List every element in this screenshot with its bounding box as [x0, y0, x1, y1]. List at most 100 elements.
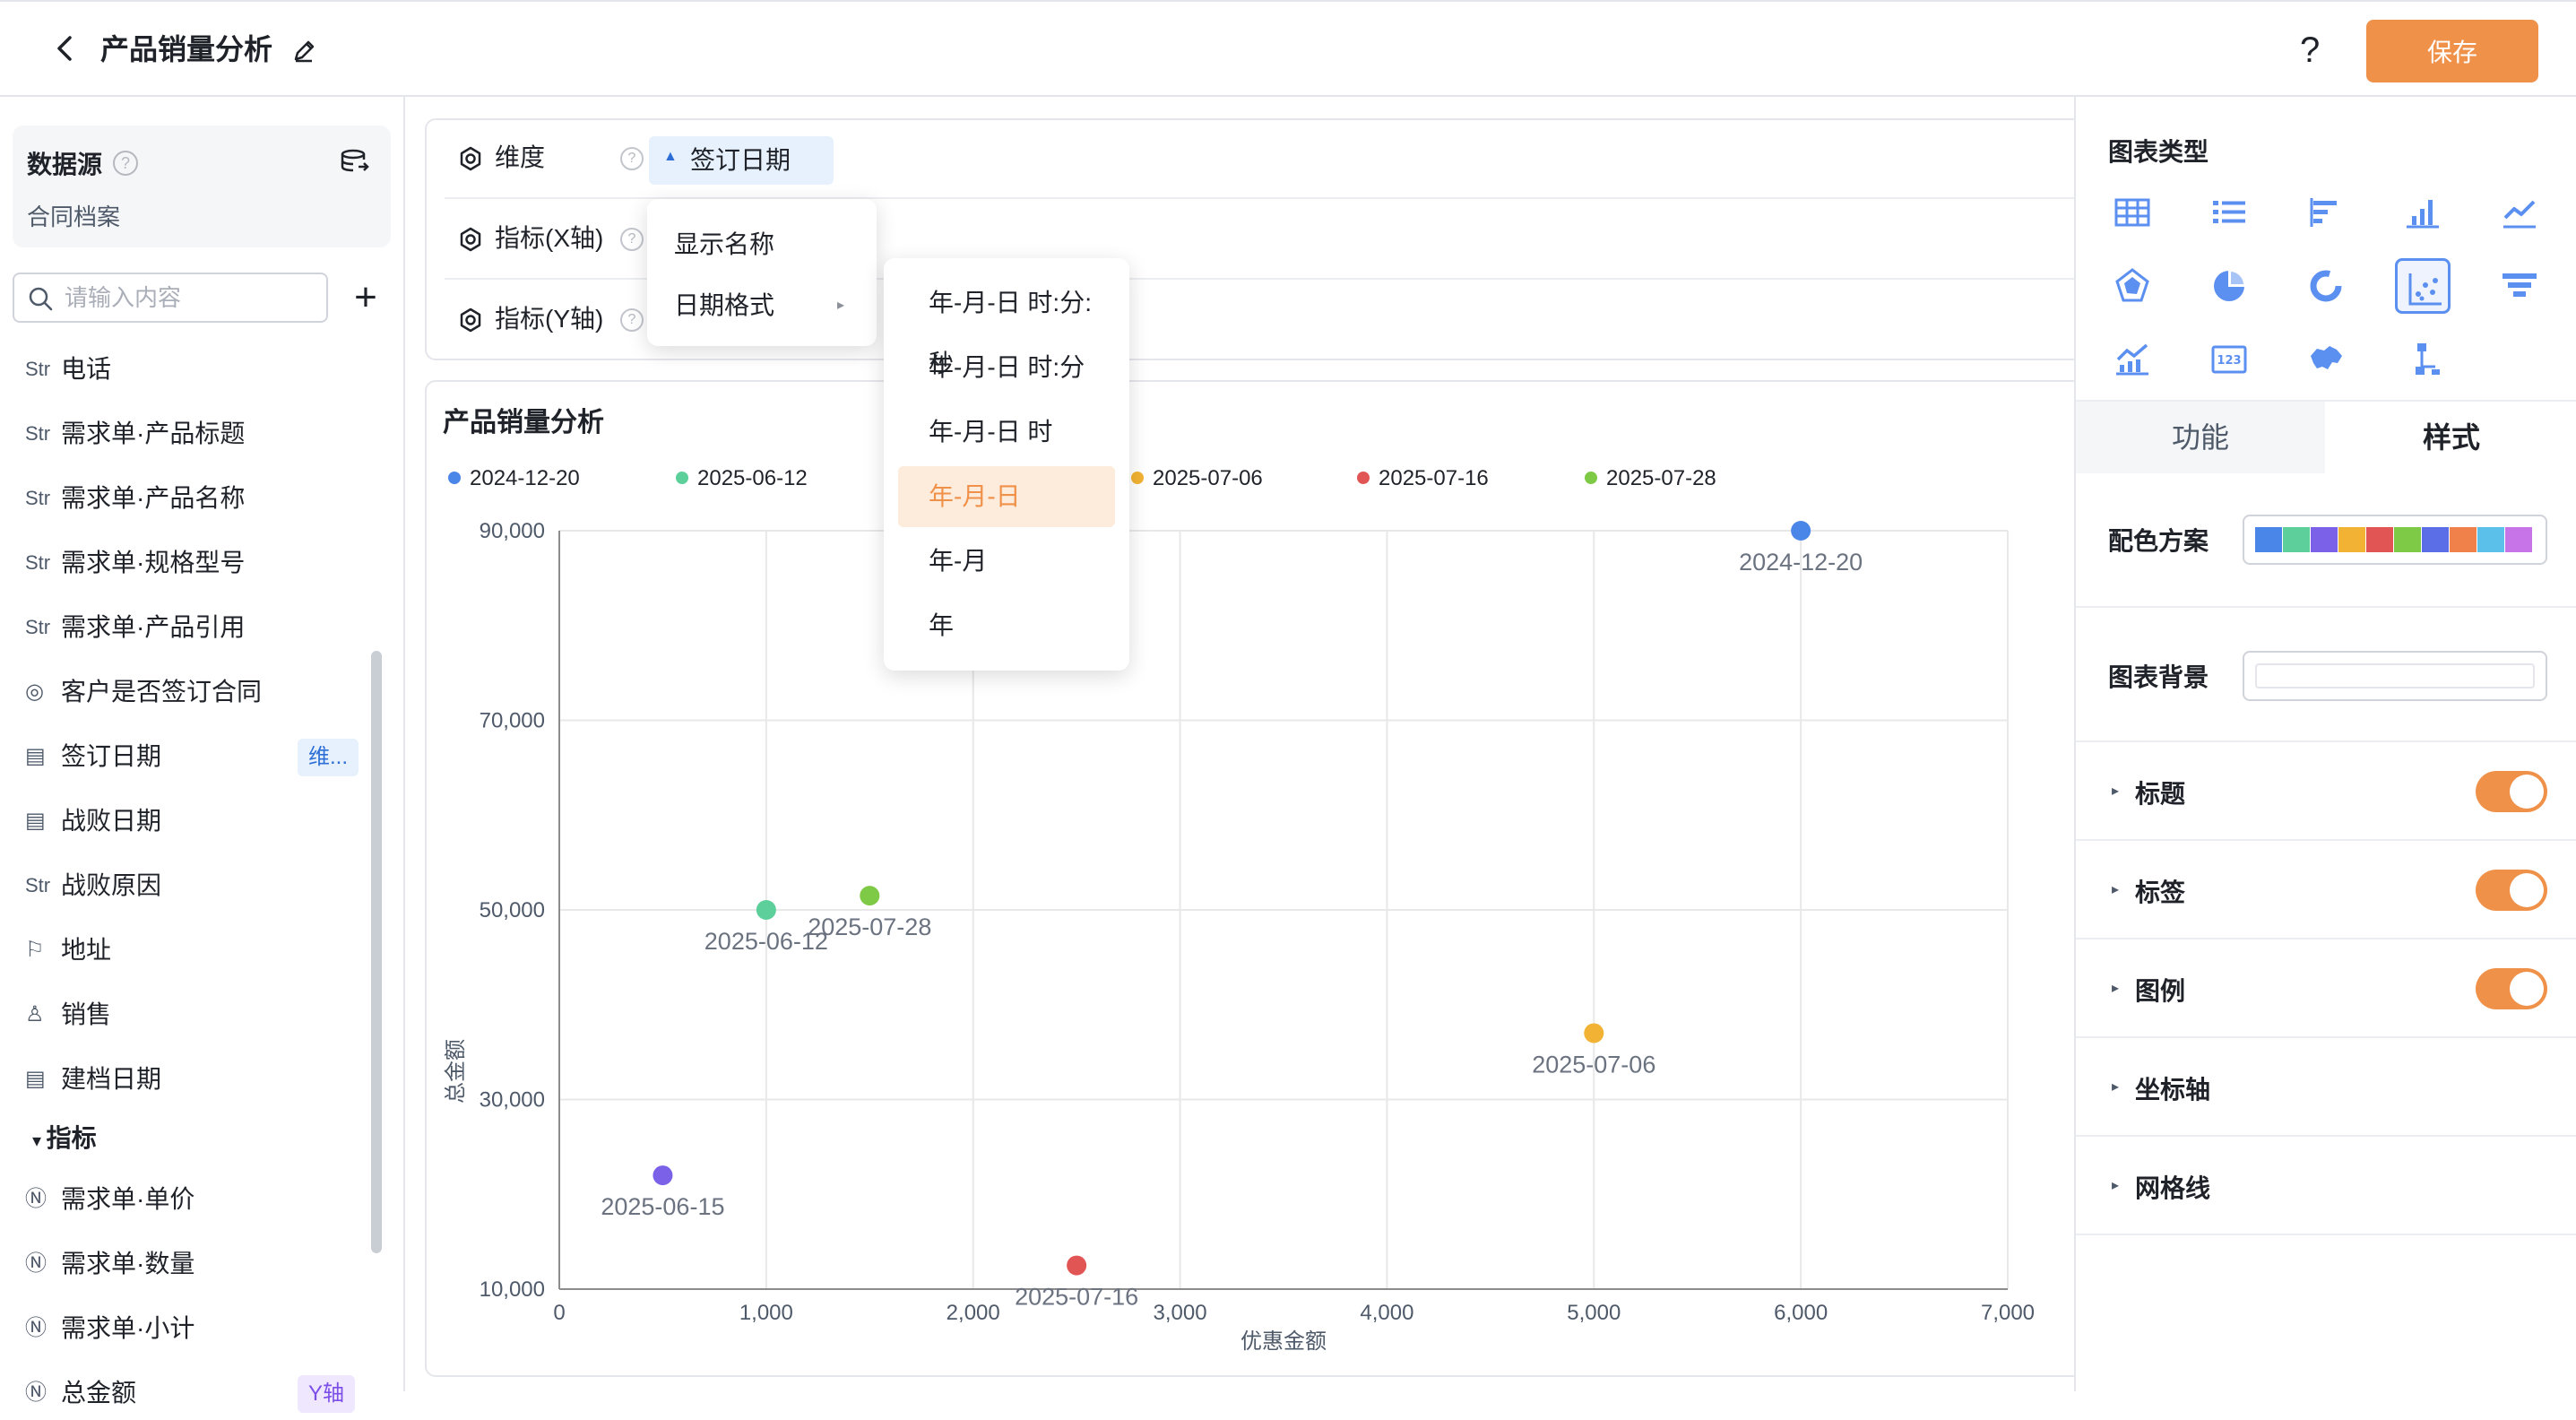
menu-item-label: 日期格式: [674, 291, 775, 319]
search-input[interactable]: [63, 280, 314, 316]
table-chart-icon[interactable]: [2105, 185, 2160, 240]
palette-select[interactable]: [2243, 515, 2547, 565]
radar-chart-icon[interactable]: [2105, 258, 2160, 314]
help-icon[interactable]: ?: [2300, 30, 2320, 70]
help-circle-icon[interactable]: ?: [620, 308, 644, 332]
menu-item-date-format[interactable]: 日期格式 ▸: [647, 278, 877, 333]
help-circle-icon[interactable]: ?: [620, 228, 644, 251]
field-item[interactable]: Ⓝ 需求单·小计: [0, 1302, 376, 1355]
field-label: 需求单·产品引用: [61, 613, 246, 641]
menu-item-display-name[interactable]: 显示名称: [647, 217, 877, 273]
dimension-options-menu: 显示名称 日期格式 ▸: [647, 199, 877, 346]
field-item[interactable]: ▤ 建档日期: [0, 1052, 376, 1106]
scatter-point: [860, 886, 880, 906]
funnel-chart-glyph: [2503, 273, 2537, 297]
metrics-group-header[interactable]: ▾ 指标: [32, 1119, 97, 1155]
field-item[interactable]: ▤ 战败日期: [0, 794, 376, 848]
style-section-row[interactable]: ▸ 标题: [2076, 744, 2576, 841]
list-chart-icon[interactable]: [2201, 185, 2257, 240]
scatter-chart-icon[interactable]: [2395, 258, 2451, 314]
scatter-point: [1584, 1023, 1604, 1043]
field-item[interactable]: Str 需求单·产品引用: [0, 601, 376, 654]
field-item[interactable]: Str 需求单·规格型号: [0, 536, 376, 590]
combo-chart-icon[interactable]: [2105, 332, 2160, 387]
field-item[interactable]: Ⓝ 总金额 Y轴: [0, 1366, 376, 1420]
date-format-option[interactable]: 年-月-日 时:分: [898, 337, 1115, 398]
field-item[interactable]: Str 战败原因: [0, 859, 376, 913]
map-chart-icon[interactable]: [2298, 332, 2354, 387]
metrics-group-label: 指标: [46, 1124, 97, 1152]
edit-pencil-icon[interactable]: [289, 36, 319, 66]
style-section-row[interactable]: ▸ 坐标轴: [2076, 1040, 2576, 1137]
database-switch-icon[interactable]: [339, 147, 371, 176]
style-section-label: 坐标轴: [2135, 1076, 2211, 1104]
donut-chart-icon[interactable]: [2298, 258, 2354, 314]
settings-gear-icon[interactable]: [457, 226, 484, 253]
legend-item[interactable]: 2025-07-16: [1357, 466, 1489, 491]
field-item[interactable]: Ⓝ 需求单·单价: [0, 1173, 376, 1226]
legend-item[interactable]: 2025-06-12: [676, 466, 808, 491]
section-toggle[interactable]: [2476, 968, 2547, 1009]
tab-function[interactable]: 功能: [2076, 402, 2325, 473]
field-label: 建档日期: [61, 1065, 162, 1093]
field-item[interactable]: Str 电话: [0, 342, 376, 396]
field-item[interactable]: ♙ 销售: [0, 988, 376, 1042]
date-format-option[interactable]: 年-月-日 时:分:秒: [898, 273, 1115, 377]
help-circle-icon[interactable]: ?: [113, 151, 138, 176]
section-toggle[interactable]: [2476, 771, 2547, 812]
field-label: 销售: [61, 1000, 112, 1028]
field-item[interactable]: Ⓝ 需求单·数量: [0, 1237, 376, 1291]
field-item[interactable]: ▤ 签订日期 维...: [0, 730, 376, 784]
save-button[interactable]: 保存: [2366, 20, 2538, 82]
caret-right-icon: ▸: [2112, 1079, 2120, 1095]
y-tick-label: 10,000: [480, 1277, 545, 1302]
list-chart-glyph: [2213, 201, 2245, 223]
style-section-row[interactable]: ▸ 网格线: [2076, 1139, 2576, 1235]
field-item[interactable]: ◎ 客户是否签订合同: [0, 665, 376, 719]
caret-up-icon: ▲: [663, 149, 678, 164]
field-search-box[interactable]: [13, 273, 328, 323]
scatter-point: [653, 1165, 673, 1186]
number-type-icon: Ⓝ: [25, 1316, 47, 1340]
caret-right-icon: ▸: [2112, 784, 2120, 799]
legend-item[interactable]: 2024-12-20: [448, 466, 580, 491]
line-chart-glyph: [2503, 200, 2536, 229]
date-format-option[interactable]: 年-月: [898, 531, 1115, 592]
date-format-option[interactable]: 年: [898, 595, 1115, 656]
number-card-icon[interactable]: 123: [2201, 332, 2257, 387]
background-color-picker[interactable]: [2243, 651, 2547, 701]
svg-text:123: 123: [2217, 354, 2241, 368]
line-chart-icon[interactable]: [2492, 185, 2547, 240]
field-item[interactable]: Str 需求单·产品名称: [0, 472, 376, 525]
field-item[interactable]: Str 需求单·产品标题: [0, 407, 376, 461]
settings-gear-icon[interactable]: [457, 145, 484, 172]
field-item[interactable]: ⚐ 地址: [0, 923, 376, 977]
style-section-label: 标题: [2135, 780, 2186, 808]
x-tick-label: 1,000: [739, 1301, 793, 1325]
dimension-chip-label: 签订日期: [690, 146, 791, 174]
date-format-option[interactable]: 年-月-日 时: [898, 402, 1115, 463]
scatter-chart: 0 1,000 2,000 3,000 4,000 5,000 6,000 7,000 10,0…: [444, 519, 2035, 1354]
toggle-knob: [2510, 873, 2544, 907]
field-label: 签订日期: [61, 742, 162, 770]
style-section-row[interactable]: ▸ 标签: [2076, 843, 2576, 939]
legend-item[interactable]: 2025-07-28: [1585, 466, 1716, 491]
section-toggle[interactable]: [2476, 870, 2547, 911]
settings-gear-icon[interactable]: [457, 307, 484, 333]
horizontal-bar-chart-icon[interactable]: [2298, 185, 2354, 240]
funnel-chart-icon[interactable]: [2492, 258, 2547, 314]
pie-chart-icon[interactable]: [2201, 258, 2257, 314]
tree-chart-icon[interactable]: [2395, 332, 2451, 387]
bar-chart-icon[interactable]: [2395, 185, 2451, 240]
add-field-button[interactable]: +: [348, 274, 384, 321]
date-format-option[interactable]: 年-月-日: [898, 466, 1115, 527]
help-circle-icon[interactable]: ?: [620, 147, 644, 170]
tab-style[interactable]: 样式: [2327, 402, 2576, 473]
dimension-chip[interactable]: ▲ 签订日期: [649, 136, 834, 185]
tree-chart-glyph: [2416, 343, 2440, 375]
back-arrow-icon[interactable]: [47, 29, 86, 68]
style-section-row[interactable]: ▸ 图例: [2076, 941, 2576, 1038]
radio-type-icon: ◎: [25, 680, 44, 704]
bar-chart-glyph: [2407, 200, 2439, 229]
legend-item[interactable]: 2025-07-06: [1131, 466, 1263, 491]
